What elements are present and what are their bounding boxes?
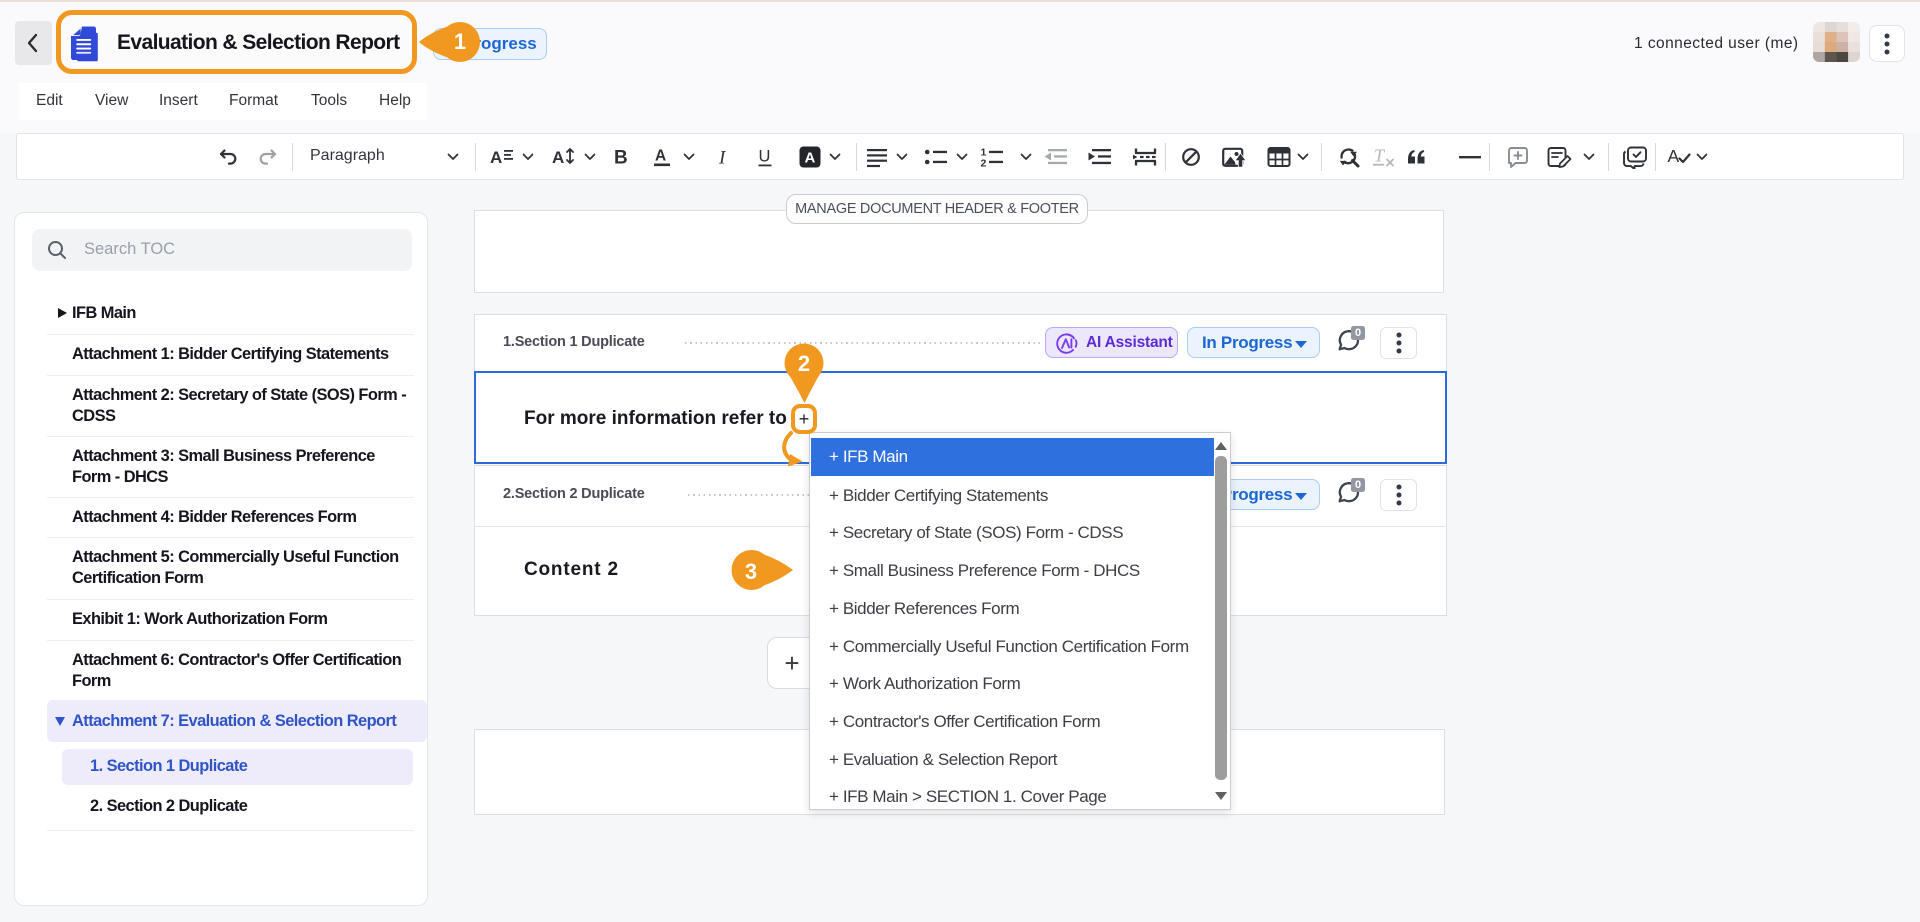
- svg-text:U: U: [759, 147, 771, 165]
- svg-text:T: T: [1374, 145, 1386, 165]
- svg-text:2: 2: [981, 157, 987, 169]
- svg-text:I: I: [718, 147, 727, 168]
- svg-text:A: A: [490, 148, 502, 167]
- svg-text:A: A: [805, 149, 816, 166]
- svg-text:A: A: [552, 148, 564, 167]
- svg-text:A: A: [1668, 146, 1680, 166]
- svg-text:B: B: [614, 147, 628, 168]
- svg-text:A: A: [655, 147, 666, 164]
